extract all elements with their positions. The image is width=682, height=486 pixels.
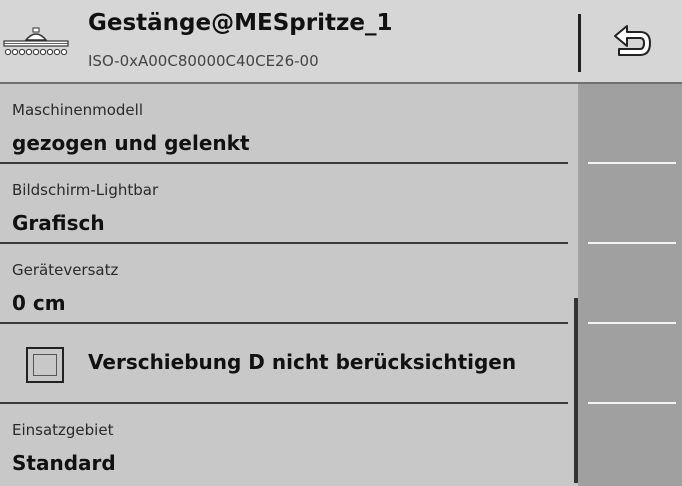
softkey-4[interactable] <box>588 324 676 404</box>
checkbox-label: Verschiebung D nicht berücksichtigen <box>88 350 517 374</box>
page-title: Gestänge@MESpritze_1 <box>88 10 393 36</box>
setting-value: Grafisch <box>12 211 105 235</box>
header-divider <box>578 14 581 72</box>
ignore-shift-d-checkbox[interactable] <box>26 347 64 383</box>
setting-application-area[interactable]: Einsatzgebiet Standard <box>0 404 568 484</box>
settings-list: Maschinenmodell gezogen und gelenkt Bild… <box>0 84 578 486</box>
setting-value: Standard <box>12 451 116 475</box>
scrollbar-thumb[interactable] <box>574 298 578 483</box>
setting-machine-model[interactable]: Maschinenmodell gezogen und gelenkt <box>0 84 568 164</box>
boom-sprayer-icon <box>3 27 69 56</box>
checkbox-box <box>33 354 57 376</box>
setting-label: Geräteversatz <box>12 261 119 279</box>
return-arrow-icon <box>614 25 651 56</box>
softkey-2[interactable] <box>588 164 676 244</box>
softkey-1[interactable] <box>588 84 676 164</box>
setting-label: Maschinenmodell <box>12 101 143 119</box>
device-id: ISO-0xA00C80000C40CE26-00 <box>88 52 319 70</box>
setting-lightbar[interactable]: Bildschirm-Lightbar Grafisch <box>0 164 568 244</box>
back-button[interactable] <box>596 16 668 70</box>
header-bar: Gestänge@MESpritze_1 ISO-0xA00C80000C40C… <box>0 0 682 82</box>
setting-label: Einsatzgebiet <box>12 421 114 439</box>
softkey-3[interactable] <box>588 244 676 324</box>
setting-label: Bildschirm-Lightbar <box>12 181 159 199</box>
setting-value: 0 cm <box>12 291 66 315</box>
softkey-5[interactable] <box>588 404 676 484</box>
setting-ignore-shift-d[interactable]: Verschiebung D nicht berücksichtigen <box>0 324 568 404</box>
setting-value: gezogen und gelenkt <box>12 131 250 155</box>
setting-device-offset[interactable]: Geräteversatz 0 cm <box>0 244 568 324</box>
softkey-bar <box>580 84 682 486</box>
